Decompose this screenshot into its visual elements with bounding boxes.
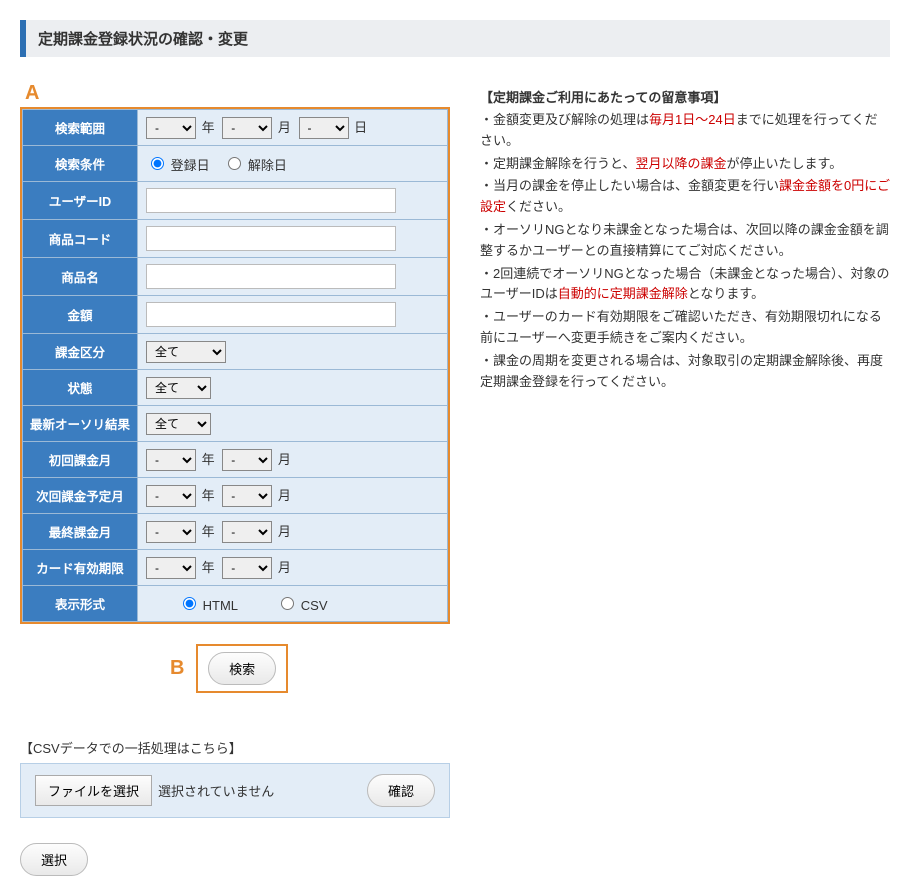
note-line: ・ユーザーのカード有効期限をご確認いただき、有効期限切れになる前にユーザーへ変更… [480, 307, 890, 349]
charge-class-select[interactable]: 全て [146, 341, 226, 363]
radio-cancel-date[interactable] [228, 157, 241, 170]
label-next-month: 次回課金予定月 [23, 478, 138, 514]
label-first-month: 初回課金月 [23, 442, 138, 478]
label-last-month: 最終課金月 [23, 514, 138, 550]
label-search-cond: 検索条件 [23, 146, 138, 182]
search-range-month-select[interactable]: - [222, 117, 272, 139]
label-view-format: 表示形式 [23, 586, 138, 622]
choose-file-button[interactable]: ファイルを選択 [35, 775, 152, 806]
select-button[interactable]: 選択 [20, 843, 88, 876]
amount-input[interactable] [146, 302, 396, 327]
note-line: ・オーソリNGとなり未課金となった場合は、次回以降の課金金額を調整するかユーザー… [480, 220, 890, 262]
label-status: 状態 [23, 370, 138, 406]
product-name-input[interactable] [146, 264, 396, 289]
search-range-year-select[interactable]: - [146, 117, 196, 139]
user-id-input[interactable] [146, 188, 396, 213]
note-line: ・2回連続でオーソリNGとなった場合（未課金となった場合）、対象のユーザーIDは… [480, 264, 890, 306]
callout-b: B [170, 657, 184, 680]
radio-csv-label[interactable]: CSV [276, 598, 327, 613]
notes-title: 【定期課金ご利用にあたっての留意事項】 [480, 87, 890, 106]
page-title: 定期課金登録状況の確認・変更 [38, 28, 878, 49]
note-line: ・課金の周期を変更される場合は、対象取引の定期課金解除後、再度定期課金登録を行っ… [480, 351, 890, 393]
label-product-code: 商品コード [23, 220, 138, 258]
radio-register-date[interactable] [151, 157, 164, 170]
unit-month: 月 [278, 120, 291, 135]
last-month-month-select[interactable]: - [222, 521, 272, 543]
first-month-year-select[interactable]: - [146, 449, 196, 471]
radio-register-date-label[interactable]: 登録日 [146, 158, 213, 173]
notes-panel: 【定期課金ご利用にあたっての留意事項】 ・金額変更及び解除の処理は毎月1日～24… [480, 82, 890, 394]
last-month-year-select[interactable]: - [146, 521, 196, 543]
card-exp-month-select[interactable]: - [222, 557, 272, 579]
label-amount: 金額 [23, 296, 138, 334]
callout-a: A [25, 82, 450, 105]
search-button[interactable]: 検索 [208, 652, 276, 685]
label-product-name: 商品名 [23, 258, 138, 296]
unit-day: 日 [354, 120, 367, 135]
next-month-year-select[interactable]: - [146, 485, 196, 507]
radio-html-label[interactable]: HTML [178, 598, 241, 613]
page-title-bar: 定期課金登録状況の確認・変更 [20, 20, 890, 57]
no-file-text: 選択されていません [158, 781, 274, 800]
radio-html[interactable] [183, 597, 196, 610]
first-month-month-select[interactable]: - [222, 449, 272, 471]
search-range-day-select[interactable]: - [299, 117, 349, 139]
unit-year: 年 [202, 120, 215, 135]
label-card-exp: カード有効期限 [23, 550, 138, 586]
csv-section-title: 【CSVデータでの一括処理はこちら】 [20, 738, 450, 757]
note-line: ・金額変更及び解除の処理は毎月1日～24日までに処理を行ってください。 [480, 110, 890, 152]
confirm-button[interactable]: 確認 [367, 774, 435, 807]
card-exp-year-select[interactable]: - [146, 557, 196, 579]
note-line: ・定期課金解除を行うと、翌月以降の課金が停止いたします。 [480, 154, 890, 175]
label-user-id: ユーザーID [23, 182, 138, 220]
note-line: ・当月の課金を停止したい場合は、金額変更を行い課金金額を0円にご設定ください。 [480, 176, 890, 218]
search-form-panel: 検索範囲 - 年 - 月 - 日 検索条件 [20, 107, 450, 624]
auth-result-select[interactable]: 全て [146, 413, 211, 435]
label-search-range: 検索範囲 [23, 110, 138, 146]
label-auth-result: 最新オーソリ結果 [23, 406, 138, 442]
csv-upload-box: ファイルを選択 選択されていません 確認 [20, 763, 450, 818]
radio-csv[interactable] [281, 597, 294, 610]
next-month-month-select[interactable]: - [222, 485, 272, 507]
label-charge-class: 課金区分 [23, 334, 138, 370]
product-code-input[interactable] [146, 226, 396, 251]
search-button-highlight: 検索 [196, 644, 288, 693]
radio-cancel-date-label[interactable]: 解除日 [223, 158, 287, 173]
status-select[interactable]: 全て [146, 377, 211, 399]
